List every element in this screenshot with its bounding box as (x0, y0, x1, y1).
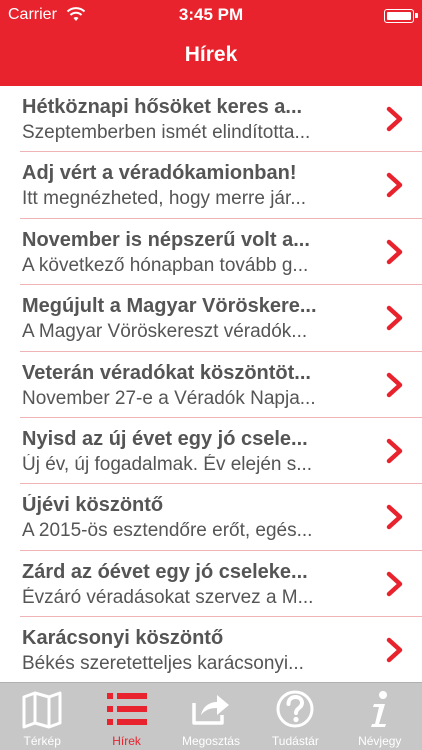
tab-label: Névjegy (358, 734, 402, 748)
news-subtitle: Békés szeretetteljes karácsonyi... (22, 653, 304, 675)
news-row[interactable]: November is népszerű volt a... A követke… (20, 219, 422, 286)
tab-hirek[interactable]: Hírek (84, 683, 168, 750)
page-title: Hírek (184, 43, 238, 66)
tab-label: Térkép (23, 734, 61, 748)
news-row[interactable]: Veterán véradókat köszöntöt... November … (20, 352, 422, 418)
news-list[interactable]: Hétköznapi hősöket keres a... Szeptember… (0, 86, 422, 682)
list-icon (106, 693, 147, 725)
tab-megosztas[interactable]: Megosztás (169, 683, 253, 750)
chevron-right-icon (386, 305, 403, 331)
chevron-right-icon (386, 239, 403, 265)
news-row[interactable]: Adj vért a véradókamionban! Itt megnézhe… (20, 152, 422, 219)
news-subtitle: Szeptemberben ismét elindította... (22, 122, 311, 143)
news-row[interactable]: Hétköznapi hősöket keres a... Szeptember… (20, 86, 422, 153)
question-icon (276, 690, 314, 728)
news-title: Zárd az óévet egy jó cseleke... (22, 560, 308, 583)
news-subtitle: A 2015-ös esztendőre erőt, egés... (22, 520, 313, 542)
tab-bar: Térkép Hírek Megosztás Tudástár Névjegy (0, 682, 422, 750)
chevron-right-icon (386, 505, 403, 530)
news-title: Veterán véradókat köszöntöt... (22, 361, 311, 384)
chevron-right-icon (386, 106, 403, 132)
map-icon (22, 691, 62, 729)
news-title: Hétköznapi hősöket keres a... (22, 96, 303, 118)
tab-label: Megosztás (181, 734, 240, 748)
navigation-header: Carrier 3:45 PM Hírek (0, 0, 422, 86)
chevron-right-icon (386, 571, 403, 596)
news-title: Nyisd az új évet egy jó csele... (22, 427, 308, 450)
news-subtitle: A Magyar Vöröskereszt véradók... (22, 321, 308, 343)
share-icon (192, 695, 229, 725)
status-bar: Carrier 3:45 PM (0, 0, 422, 30)
news-row[interactable]: Újévi köszöntő A 2015-ös esztendőre erőt… (20, 484, 422, 551)
tab-label: Hírek (112, 734, 141, 748)
news-subtitle: Évzáró véradásokat szervez a M... (22, 586, 314, 608)
chevron-right-icon (386, 173, 403, 198)
info-icon (370, 691, 387, 727)
news-subtitle: November 27-e a Véradók Napja... (22, 387, 316, 409)
tab-label: Tudástár (271, 734, 319, 748)
news-title: Megújult a Magyar Vöröskere... (22, 295, 317, 318)
news-subtitle: Új év, új fogadalmak. Év elején s... (22, 453, 313, 475)
news-row[interactable]: Megújult a Magyar Vöröskere... A Magyar … (20, 285, 422, 352)
tab-terkep[interactable]: Térkép (0, 683, 84, 750)
chevron-right-icon (386, 637, 403, 663)
chevron-right-icon (386, 372, 403, 397)
clock: 3:45 PM (178, 5, 244, 24)
news-title: Karácsonyi köszöntő (22, 627, 224, 650)
news-subtitle: A következő hónapban tovább g... (22, 254, 309, 276)
news-row[interactable]: Karácsonyi köszöntő Békés szeretetteljes… (20, 617, 422, 682)
news-subtitle: Itt megnézheted, hogy merre jár... (22, 188, 307, 210)
tab-tudastar[interactable]: Tudástár (253, 683, 337, 750)
news-title: Újévi köszöntő (22, 494, 164, 517)
news-title: Adj vért a véradókamionban! (22, 162, 297, 185)
news-row[interactable]: Nyisd az új évet egy jó csele... Új év, … (20, 418, 422, 485)
chevron-right-icon (386, 438, 403, 464)
news-title: November is népszerű volt a... (22, 228, 310, 251)
news-row[interactable]: Zárd az óévet egy jó cseleke... Évzáró v… (20, 551, 422, 618)
battery-icon (384, 9, 418, 23)
tab-nevjegy[interactable]: Névjegy (338, 683, 422, 750)
